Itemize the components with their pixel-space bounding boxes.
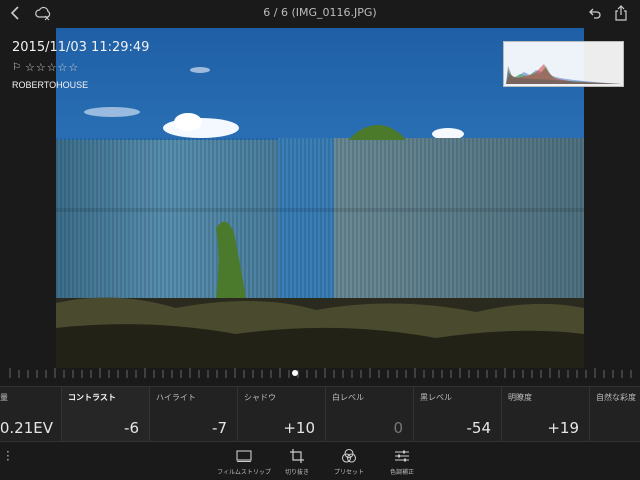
bottom-toolbar: · · · フィルムストリップ 切り抜き プリセット 色調補正 [0, 442, 640, 480]
slider-value: +10 [283, 419, 315, 437]
slider-value: -0.21EV [0, 419, 53, 437]
slider-value: 0 [393, 419, 403, 437]
slider-value: -7 [212, 419, 227, 437]
crop-button[interactable]: 切り抜き [270, 448, 324, 476]
slider-exposure[interactable]: 量 -0.21EV [0, 387, 62, 441]
slider-value: -6 [124, 419, 139, 437]
adjustment-panel: 量 -0.21EV コントラスト -6 ハイライト -7 シャドウ +10 白レ… [0, 386, 640, 442]
slider-whites[interactable]: 白レベル 0 [326, 387, 414, 441]
rating-row: ⚐ ☆☆☆☆☆ [12, 61, 149, 74]
slider-label: 黒レベル [420, 393, 452, 402]
slider-clarity[interactable]: 明瞭度 +19 [502, 387, 590, 441]
capture-date: 2015/11/03 11:29:49 [12, 40, 150, 55]
slider-vibrance[interactable]: 自然な彩度 [590, 387, 640, 441]
slider-contrast[interactable]: コントラスト -6 [62, 387, 150, 441]
filmstrip-icon [236, 448, 252, 464]
top-bar: 6 / 6 (IMG_0116.JPG) [0, 0, 640, 28]
photo-info-overlay: 2015/11/03 11:29:49 ⚐ ☆☆☆☆☆ ROBERTOHOUSE [12, 40, 149, 90]
slider-label: 自然な彩度 [596, 393, 636, 402]
crop-icon [289, 448, 305, 464]
slider-label: ハイライト [156, 393, 196, 402]
slider-shadows[interactable]: シャドウ +10 [238, 387, 326, 441]
more-vertical-icon[interactable]: · · · [6, 446, 12, 466]
ruler-knob[interactable] [292, 370, 298, 376]
histogram-graph [506, 64, 621, 84]
star-rating[interactable]: ☆☆☆☆☆ [25, 61, 79, 74]
slider-label: 明瞭度 [508, 393, 532, 402]
slider-highlights[interactable]: ハイライト -7 [150, 387, 238, 441]
cloud-sync-icon[interactable] [34, 5, 52, 21]
slider-value: -54 [466, 419, 492, 437]
crop-label: 切り抜き [284, 469, 309, 476]
share-icon[interactable] [614, 5, 628, 21]
filmstrip-button[interactable]: フィルムストリップ [217, 448, 271, 476]
filmstrip-label: フィルムストリップ [217, 469, 271, 476]
histogram[interactable] [503, 41, 624, 87]
sliders-icon [394, 448, 410, 464]
presets-button[interactable]: プリセット [322, 448, 376, 476]
adjustment-ruler[interactable] [0, 366, 640, 384]
slider-label: シャドウ [244, 393, 276, 402]
slider-label: コントラスト [68, 393, 116, 402]
color-adjust-label: 色調補正 [389, 469, 414, 476]
ruler-ticks [9, 368, 632, 378]
presets-icon [341, 448, 357, 464]
flag-icon[interactable]: ⚐ [12, 62, 21, 73]
undo-icon[interactable] [588, 6, 602, 20]
slider-blacks[interactable]: 黒レベル -54 [414, 387, 502, 441]
slider-value: +19 [547, 419, 579, 437]
presets-label: プリセット [333, 469, 364, 476]
color-adjust-button[interactable]: 色調補正 [375, 448, 429, 476]
page-title: 6 / 6 (IMG_0116.JPG) [263, 6, 377, 19]
author-name: ROBERTOHOUSE [12, 80, 89, 90]
back-icon[interactable] [8, 4, 24, 22]
slider-label: 白レベル [332, 393, 364, 402]
slider-label: 量 [0, 393, 8, 402]
